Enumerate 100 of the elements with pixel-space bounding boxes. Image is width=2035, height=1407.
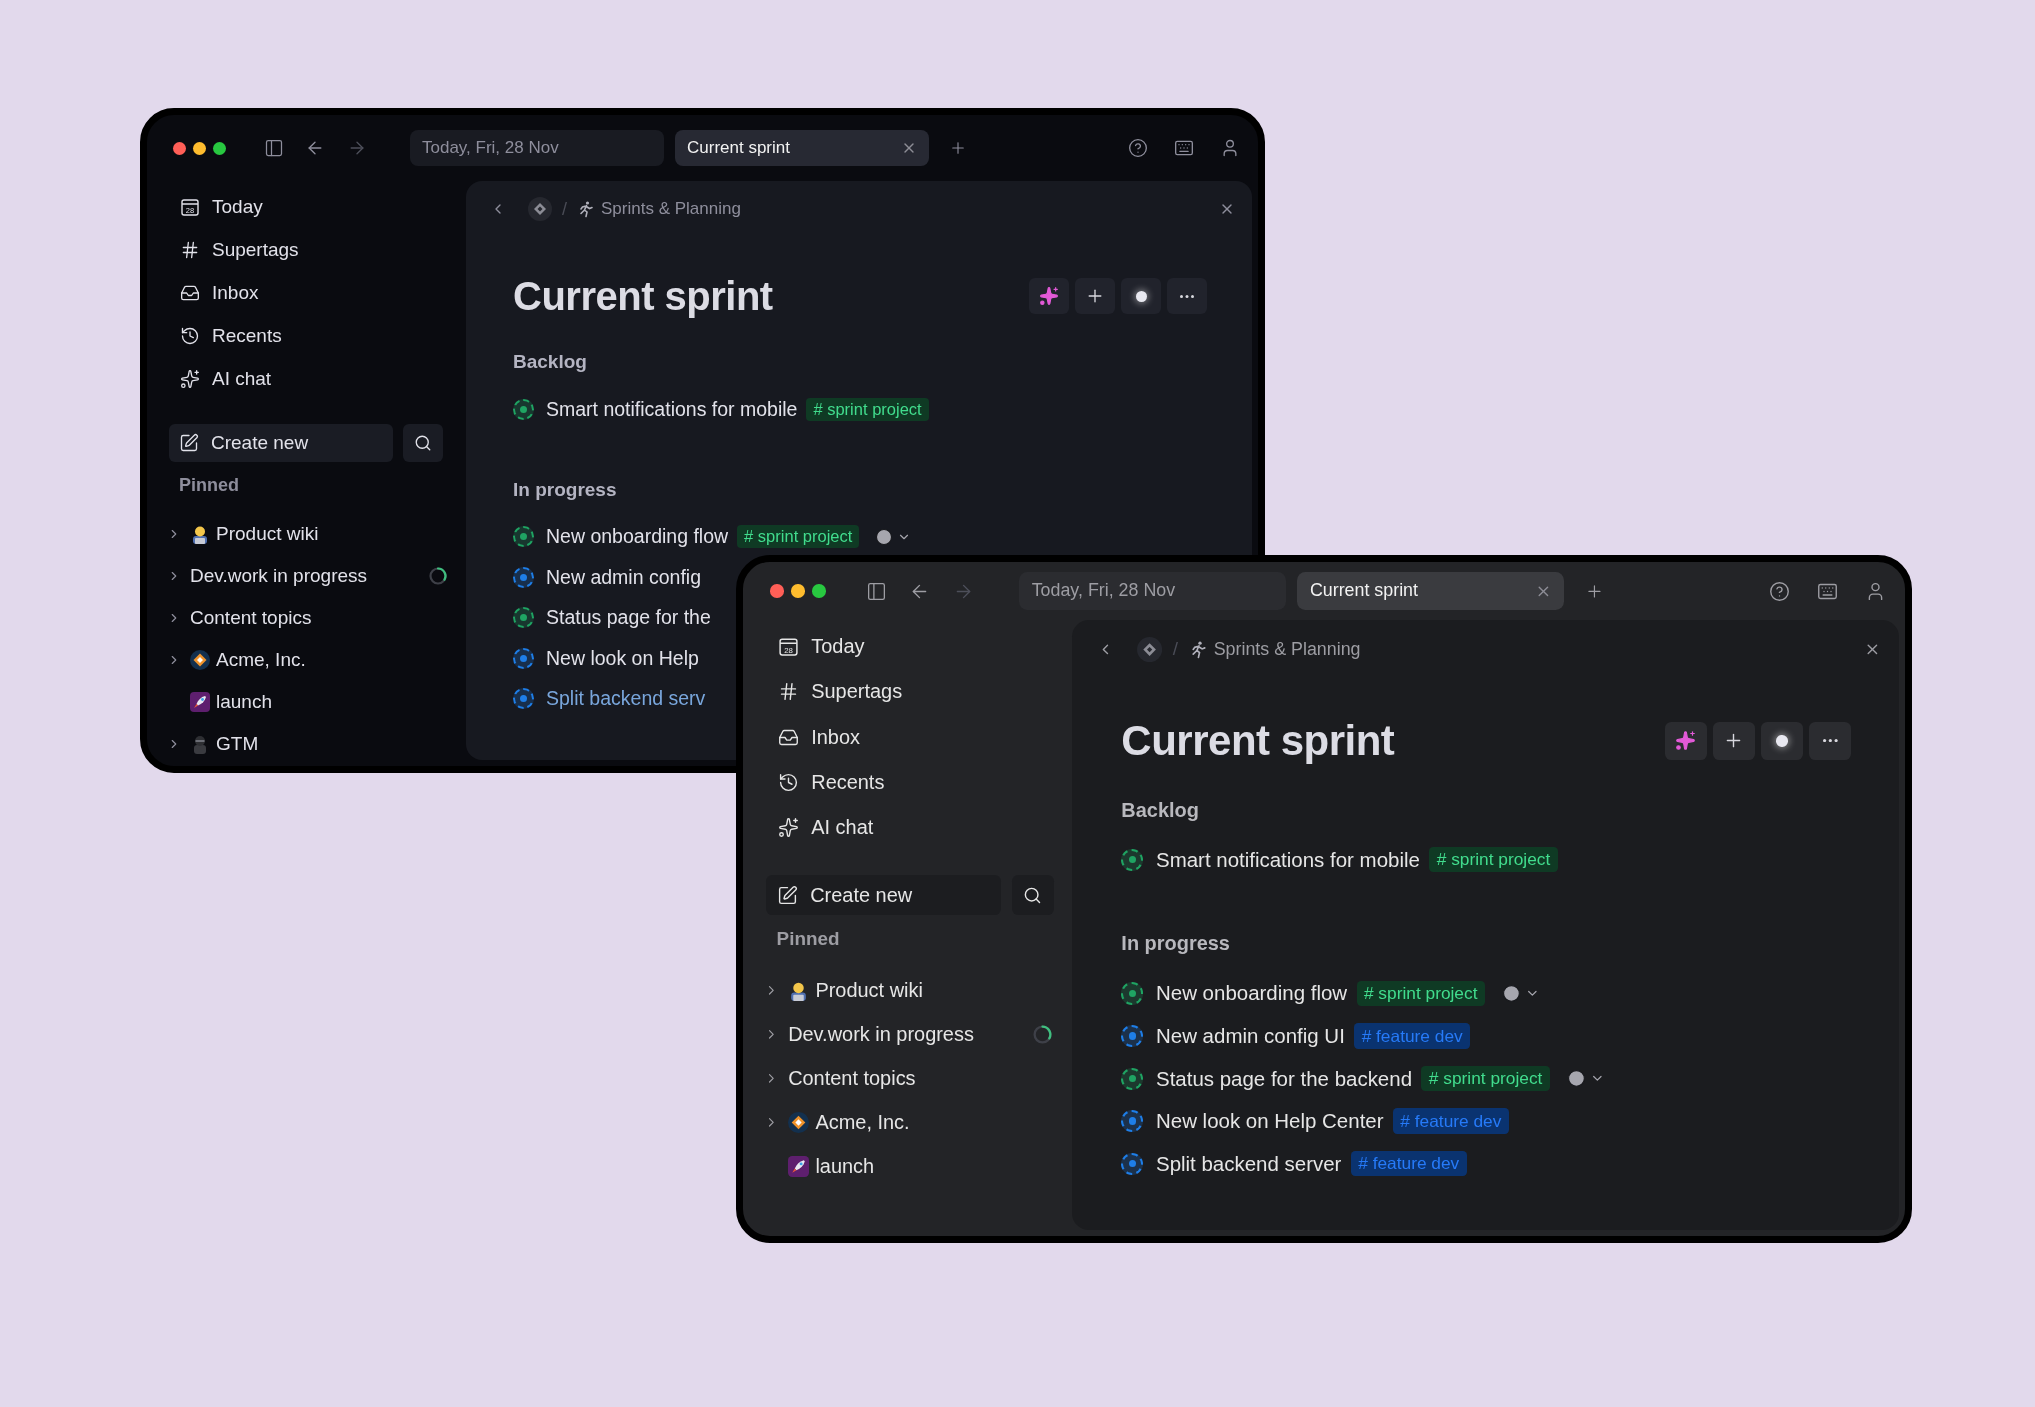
pinned-item[interactable]: Product wiki <box>743 968 1072 1013</box>
task-title: Status page for the <box>546 606 711 630</box>
globe-icon[interactable] <box>875 527 894 546</box>
status-icon[interactable] <box>1121 1025 1144 1048</box>
task-title: Smart notifications for mobile <box>546 397 798 421</box>
section-heading: Pinned <box>775 927 841 952</box>
tab[interactable]: Today, Fri, 28 Nov <box>410 130 664 166</box>
task-title: Split backend server <box>1156 1151 1342 1176</box>
create-new-button[interactable]: Create new <box>169 424 393 462</box>
history-icon <box>777 771 799 793</box>
nav-item[interactable]: Supertags <box>743 669 1072 715</box>
diamond-logo-icon <box>190 650 210 670</box>
globe-icon[interactable] <box>1501 984 1521 1003</box>
search-icon <box>1023 885 1043 905</box>
pinned-item[interactable]: Dev.work in progress <box>743 1012 1072 1057</box>
nav-item[interactable]: Inbox <box>743 714 1072 760</box>
pinned-item[interactable]: launch <box>743 1144 1072 1189</box>
help-button[interactable] <box>1128 138 1148 158</box>
search-button[interactable] <box>403 424 443 462</box>
help-button[interactable] <box>1768 580 1790 602</box>
ai-button[interactable] <box>1664 721 1707 760</box>
pinned-item[interactable]: Content topics <box>743 1056 1072 1101</box>
ellipsis-icon <box>1180 294 1194 298</box>
dot-icon <box>1776 734 1788 747</box>
workspace-icon[interactable] <box>528 197 552 221</box>
status-icon[interactable] <box>1121 1067 1144 1090</box>
status-icon[interactable] <box>513 647 534 669</box>
pinned-item[interactable]: GTM <box>147 723 466 765</box>
window-minimize-button[interactable] <box>193 141 206 155</box>
sparkles-icon <box>1039 286 1059 306</box>
breadcrumb-link[interactable]: Sprints & Planning <box>1213 638 1361 660</box>
status-icon[interactable] <box>513 607 534 629</box>
ai-button[interactable] <box>1029 278 1069 314</box>
sparkles-icon <box>1675 730 1697 752</box>
supertag[interactable]: # sprint project <box>1356 980 1485 1007</box>
nav-item[interactable]: Recents <box>743 759 1072 805</box>
workspace-icon[interactable] <box>1137 636 1163 662</box>
status-button[interactable] <box>1761 721 1804 760</box>
search-icon <box>414 434 432 452</box>
task-title: New look on Help Center <box>1156 1109 1384 1134</box>
status-icon[interactable] <box>513 566 534 588</box>
window-minimize-button[interactable] <box>791 584 805 598</box>
status-icon[interactable] <box>1121 848 1144 871</box>
help-icon <box>1768 580 1790 602</box>
new-tab-button[interactable] <box>949 139 967 157</box>
window-close-button[interactable] <box>770 584 784 598</box>
pinned-item[interactable]: launch <box>147 681 466 723</box>
breadcrumb-separator: / <box>1172 638 1179 661</box>
pinned-item[interactable]: Product wiki <box>147 513 466 555</box>
sidebar-toggle-button[interactable] <box>865 580 887 602</box>
nav-item[interactable]: Supertags <box>147 228 466 271</box>
dot-icon <box>1135 290 1147 302</box>
globe-icon[interactable] <box>1566 1069 1586 1088</box>
status-icon[interactable] <box>513 688 534 710</box>
ellipsis-icon <box>1823 739 1838 743</box>
sparkles-icon <box>777 816 799 838</box>
page-title: Current sprint <box>1121 716 1395 765</box>
section-heading: Backlog <box>513 350 588 374</box>
search-button[interactable] <box>1011 875 1054 915</box>
nav-item[interactable]: Recents <box>147 314 466 357</box>
supertag[interactable]: # sprint project <box>1429 847 1558 873</box>
tab[interactable]: Today, Fri, 28 Nov <box>1019 572 1286 610</box>
pinned-item[interactable]: Content topics <box>147 597 466 639</box>
supertag[interactable]: # sprint project <box>806 397 929 421</box>
supertag[interactable]: # sprint project <box>737 525 860 549</box>
nav-item[interactable]: Inbox <box>147 271 466 314</box>
keyboard-button[interactable] <box>1174 138 1194 158</box>
add-button[interactable] <box>1075 278 1115 314</box>
create-new-button[interactable]: Create new <box>766 875 1002 915</box>
status-icon[interactable] <box>1121 1110 1144 1133</box>
status-icon[interactable] <box>513 526 534 548</box>
hash-icon <box>180 239 200 260</box>
status-icon[interactable] <box>513 398 534 420</box>
supertag[interactable]: # sprint project <box>1421 1065 1550 1092</box>
tab[interactable]: Current sprint <box>675 130 929 166</box>
status-icon[interactable] <box>1121 1152 1144 1175</box>
help-icon <box>1128 138 1148 158</box>
breadcrumb-link[interactable]: Sprints & Planning <box>601 199 741 219</box>
window-zoom-button[interactable] <box>812 584 826 598</box>
tab[interactable]: Current sprint <box>1297 572 1564 610</box>
window-zoom-button[interactable] <box>213 141 226 155</box>
task-title: New admin config UI <box>1156 1024 1345 1048</box>
status-icon[interactable] <box>1121 982 1144 1005</box>
nav-item[interactable]: AI chat <box>147 357 466 400</box>
pinned-item[interactable]: Acme, Inc. <box>147 639 466 681</box>
task-title: Split backend serv <box>546 687 706 711</box>
sidebar-icon <box>264 138 284 158</box>
rocket-icon <box>190 692 210 712</box>
edit-icon <box>776 884 798 906</box>
sparkles-icon <box>180 368 200 389</box>
task-title: New look on Help <box>546 646 699 670</box>
sidebar-toggle-button[interactable] <box>264 138 284 158</box>
nav-item[interactable]: AI chat <box>743 804 1072 850</box>
section-heading: In progress <box>513 477 618 502</box>
pinned-item[interactable]: Dev.work in progress <box>147 555 466 597</box>
keyboard-icon <box>1174 138 1194 158</box>
pinned-item[interactable]: Acme, Inc. <box>743 1100 1072 1145</box>
status-button[interactable] <box>1121 278 1161 314</box>
window-close-button[interactable] <box>173 141 186 155</box>
task-title: New onboarding flow <box>546 525 729 549</box>
